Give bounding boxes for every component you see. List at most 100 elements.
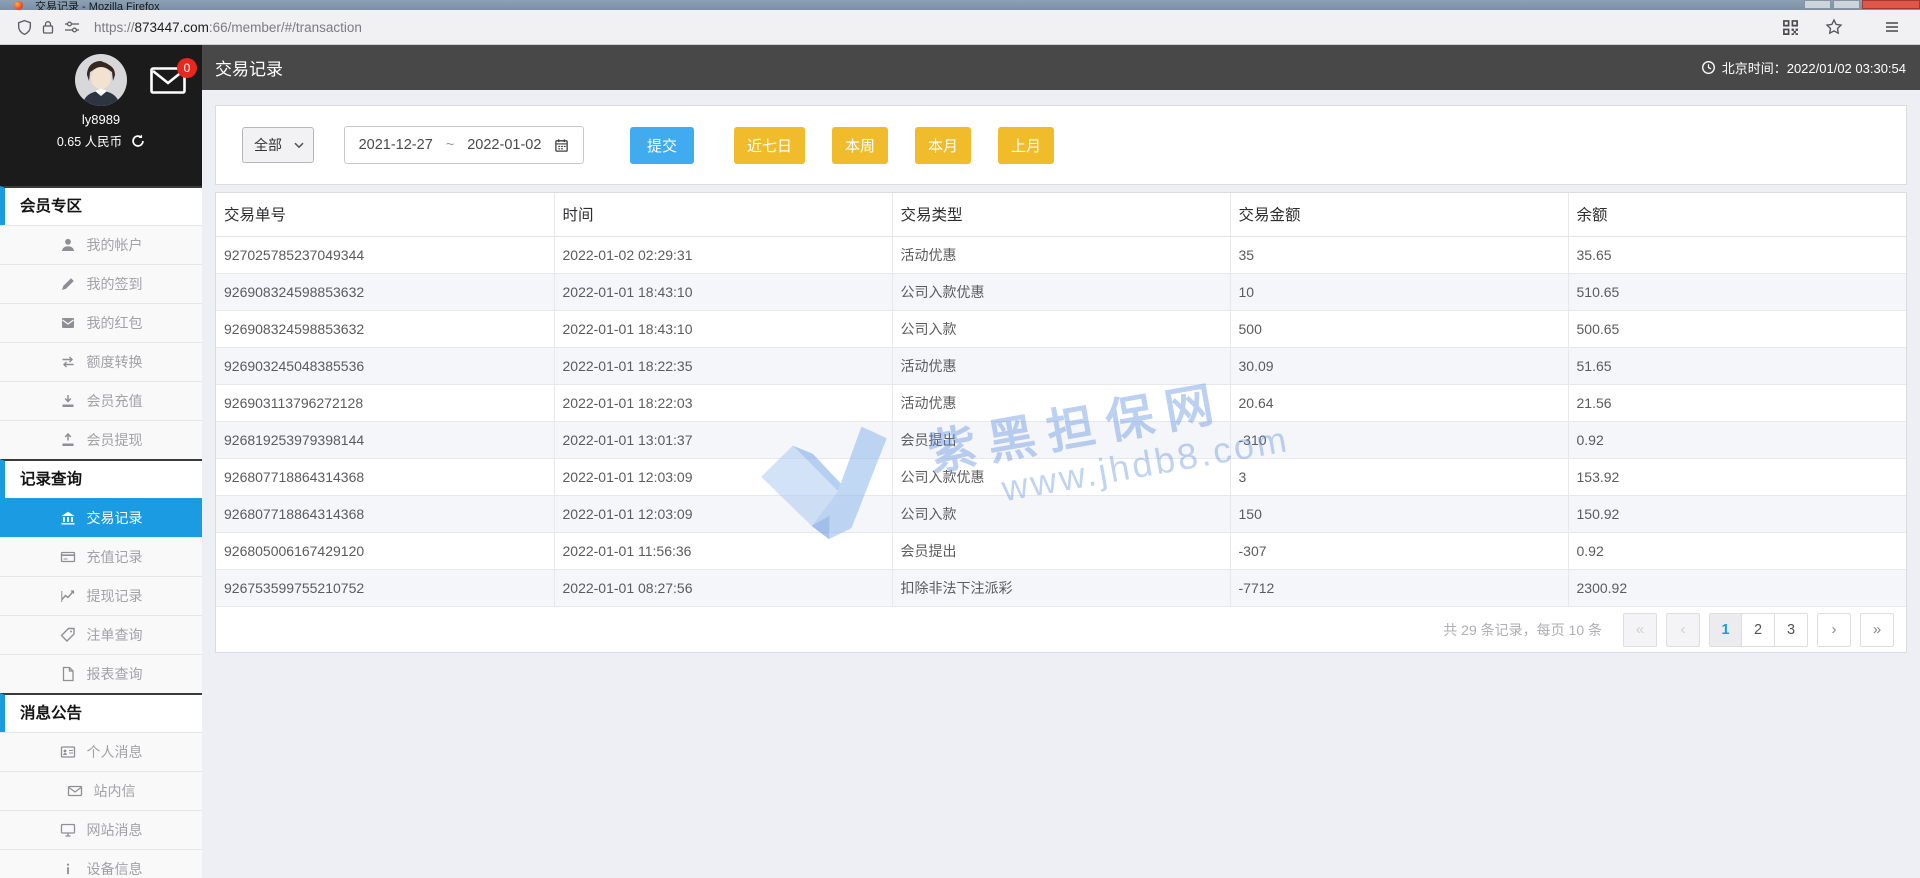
menu-hamburger-icon[interactable] bbox=[1880, 15, 1904, 39]
sidebar-item-my-account[interactable]: 我的帐户 bbox=[0, 225, 202, 264]
table-cell: 3 bbox=[1230, 457, 1569, 495]
avatar[interactable] bbox=[75, 54, 127, 106]
table-cell: 活动优惠 bbox=[892, 346, 1231, 384]
report-icon bbox=[60, 666, 76, 682]
pagination: 共 29 条记录，每页 10 条 « ‹ 123 › » bbox=[216, 606, 1906, 652]
browser-titlebar: 交易记录 - Mozilla Firefox bbox=[0, 0, 1920, 10]
page-button-2[interactable]: 2 bbox=[1742, 612, 1775, 647]
table-cell: 2022-01-01 12:03:09 bbox=[554, 494, 893, 532]
last-page-button[interactable]: » bbox=[1860, 612, 1894, 647]
sidebar-item-device-info[interactable]: 设备信息 bbox=[0, 849, 202, 878]
quick-button-last-month[interactable]: 上月 bbox=[998, 126, 1055, 164]
card-icon bbox=[60, 549, 76, 565]
sidebar-item-member-deposit[interactable]: 会员充值 bbox=[0, 381, 202, 420]
quick-buttons: 近七日 本周 本月 上月 bbox=[734, 126, 1055, 164]
sidebar-item-member-withdraw[interactable]: 会员提现 bbox=[0, 420, 202, 459]
table-panel: 交易单号 时间 交易类型 交易金额 余额 927025785237049344 2022-… bbox=[215, 192, 1907, 653]
submit-button[interactable]: 提交 bbox=[630, 126, 694, 164]
quick-button-last-7-days[interactable]: 近七日 bbox=[734, 126, 806, 164]
table-cell: 活动优惠 bbox=[892, 383, 1231, 421]
table-body: 927025785237049344 2022-01-02 02:29:31 活动优… bbox=[216, 236, 1906, 606]
minimize-button[interactable] bbox=[1804, 0, 1831, 9]
table-cell: 30.09 bbox=[1230, 346, 1569, 384]
chevron-down-icon bbox=[294, 142, 304, 149]
sidebar-nav: 会员专区 我的帐户 我的签到 我的红包 额度转换 会员充值 会员提现 记录查询 交易记录 充值记录… bbox=[0, 186, 202, 878]
sidebar-item-transaction-records[interactable]: 交易记录 bbox=[0, 498, 202, 537]
user-icon bbox=[60, 237, 76, 253]
balance: 0.65 人民币 bbox=[56, 135, 123, 149]
sidebar-item-bet-query[interactable]: 注单查询 bbox=[0, 615, 202, 654]
sidebar-item-personal-messages[interactable]: 个人消息 bbox=[0, 732, 202, 771]
sidebar-item-report-query[interactable]: 报表查询 bbox=[0, 654, 202, 693]
sidebar-item-label: 我的帐户 bbox=[86, 237, 143, 253]
url-text[interactable]: https://873447.com:66/member/#/transacti… bbox=[94, 20, 362, 35]
quick-button-this-month[interactable]: 本月 bbox=[915, 126, 972, 164]
tag-icon bbox=[60, 627, 76, 643]
date-separator: ~ bbox=[445, 137, 455, 153]
next-page-button[interactable]: › bbox=[1817, 612, 1851, 647]
qr-code-icon[interactable] bbox=[1778, 15, 1802, 39]
table-cell: 510.65 bbox=[1568, 272, 1906, 310]
maximize-button[interactable] bbox=[1833, 0, 1860, 9]
username: ly8989 bbox=[81, 112, 121, 127]
table-cell: 926819253979398144 bbox=[216, 420, 555, 458]
page-title: 交易记录 bbox=[215, 60, 283, 79]
chart-icon bbox=[60, 588, 76, 604]
sidebar-item-site-mail[interactable]: 站内信 bbox=[0, 771, 202, 810]
sidebar-item-withdraw-records[interactable]: 提现记录 bbox=[0, 576, 202, 615]
column-header: 交易金额 bbox=[1230, 193, 1569, 237]
url-scheme: https:// bbox=[94, 19, 135, 35]
sidebar-item-quota-transfer[interactable]: 额度转换 bbox=[0, 342, 202, 381]
app: 0 ly8989 0.65 人民币 会员专区 我的帐户 我的签到 我的红包 额度转换 会员… bbox=[0, 45, 1920, 878]
sidebar: 0 ly8989 0.65 人民币 会员专区 我的帐户 我的签到 我的红包 额度转换 会员… bbox=[0, 45, 202, 878]
lock-icon[interactable] bbox=[36, 15, 60, 39]
table-cell: 2022-01-01 08:27:56 bbox=[554, 568, 893, 606]
sidebar-item-label: 注单查询 bbox=[86, 627, 143, 643]
shield-icon[interactable] bbox=[12, 15, 36, 39]
sidebar-item-label: 个人消息 bbox=[86, 744, 143, 760]
sidebar-item-label: 站内信 bbox=[93, 783, 136, 799]
table-cell: 926908324598853632 bbox=[216, 309, 555, 347]
prev-page-button[interactable]: ‹ bbox=[1666, 612, 1700, 647]
beijing-time-text: 北京时间：2022/01/02 03:30:54 bbox=[1721, 61, 1906, 76]
window-title: 交易记录 - Mozilla Firefox bbox=[35, 1, 160, 10]
first-page-button[interactable]: « bbox=[1623, 612, 1657, 647]
date-range-input[interactable]: 2021-12-27 ~ 2022-01-02 bbox=[344, 126, 584, 164]
page-button-3[interactable]: 3 bbox=[1775, 612, 1808, 647]
table-cell: 926903113796272128 bbox=[216, 383, 555, 421]
table-cell: 35 bbox=[1230, 236, 1569, 273]
screen: 交易记录 - Mozilla Firefox https://873447.co… bbox=[0, 0, 1920, 878]
permissions-sliders-icon[interactable] bbox=[60, 15, 84, 39]
messages-button[interactable]: 0 bbox=[150, 58, 197, 94]
type-select[interactable]: 全部 bbox=[242, 127, 314, 163]
table-header-row: 交易单号 时间 交易类型 交易金额 余额 bbox=[216, 193, 1906, 237]
table-cell: 2300.92 bbox=[1568, 568, 1906, 606]
pencil-icon bbox=[60, 276, 76, 292]
table-cell: 35.65 bbox=[1568, 236, 1906, 273]
table-cell: 927025785237049344 bbox=[216, 236, 555, 273]
sidebar-item-label: 会员充值 bbox=[86, 393, 143, 409]
sidebar-item-deposit-records[interactable]: 充值记录 bbox=[0, 537, 202, 576]
sidebar-item-site-messages[interactable]: 网站消息 bbox=[0, 810, 202, 849]
table-cell: 2022-01-01 18:43:10 bbox=[554, 309, 893, 347]
table-cell: 926807718864314368 bbox=[216, 494, 555, 532]
bookmark-star-icon[interactable] bbox=[1822, 15, 1846, 39]
date-to: 2022-01-02 bbox=[467, 137, 542, 153]
sidebar-item-my-checkin[interactable]: 我的签到 bbox=[0, 264, 202, 303]
calendar-icon bbox=[554, 138, 569, 153]
pagination-summary: 共 29 条记录，每页 10 条 bbox=[1443, 621, 1602, 638]
window-controls bbox=[1804, 0, 1920, 9]
sidebar-item-my-red-packet[interactable]: 我的红包 bbox=[0, 303, 202, 342]
bank-icon bbox=[60, 510, 76, 526]
sidebar-item-label: 我的签到 bbox=[86, 276, 143, 292]
page-button-1[interactable]: 1 bbox=[1709, 612, 1742, 647]
refresh-balance-icon[interactable] bbox=[131, 134, 145, 148]
quick-button-this-week[interactable]: 本周 bbox=[832, 126, 889, 164]
close-button[interactable] bbox=[1862, 0, 1920, 9]
table-cell: 926805006167429120 bbox=[216, 531, 555, 569]
table-cell: -307 bbox=[1230, 531, 1569, 569]
table-cell: 2022-01-01 18:22:03 bbox=[554, 383, 893, 421]
table-cell: 10 bbox=[1230, 272, 1569, 310]
sidebar-item-label: 提现记录 bbox=[86, 588, 143, 604]
table-cell: 926903245048385536 bbox=[216, 346, 555, 384]
